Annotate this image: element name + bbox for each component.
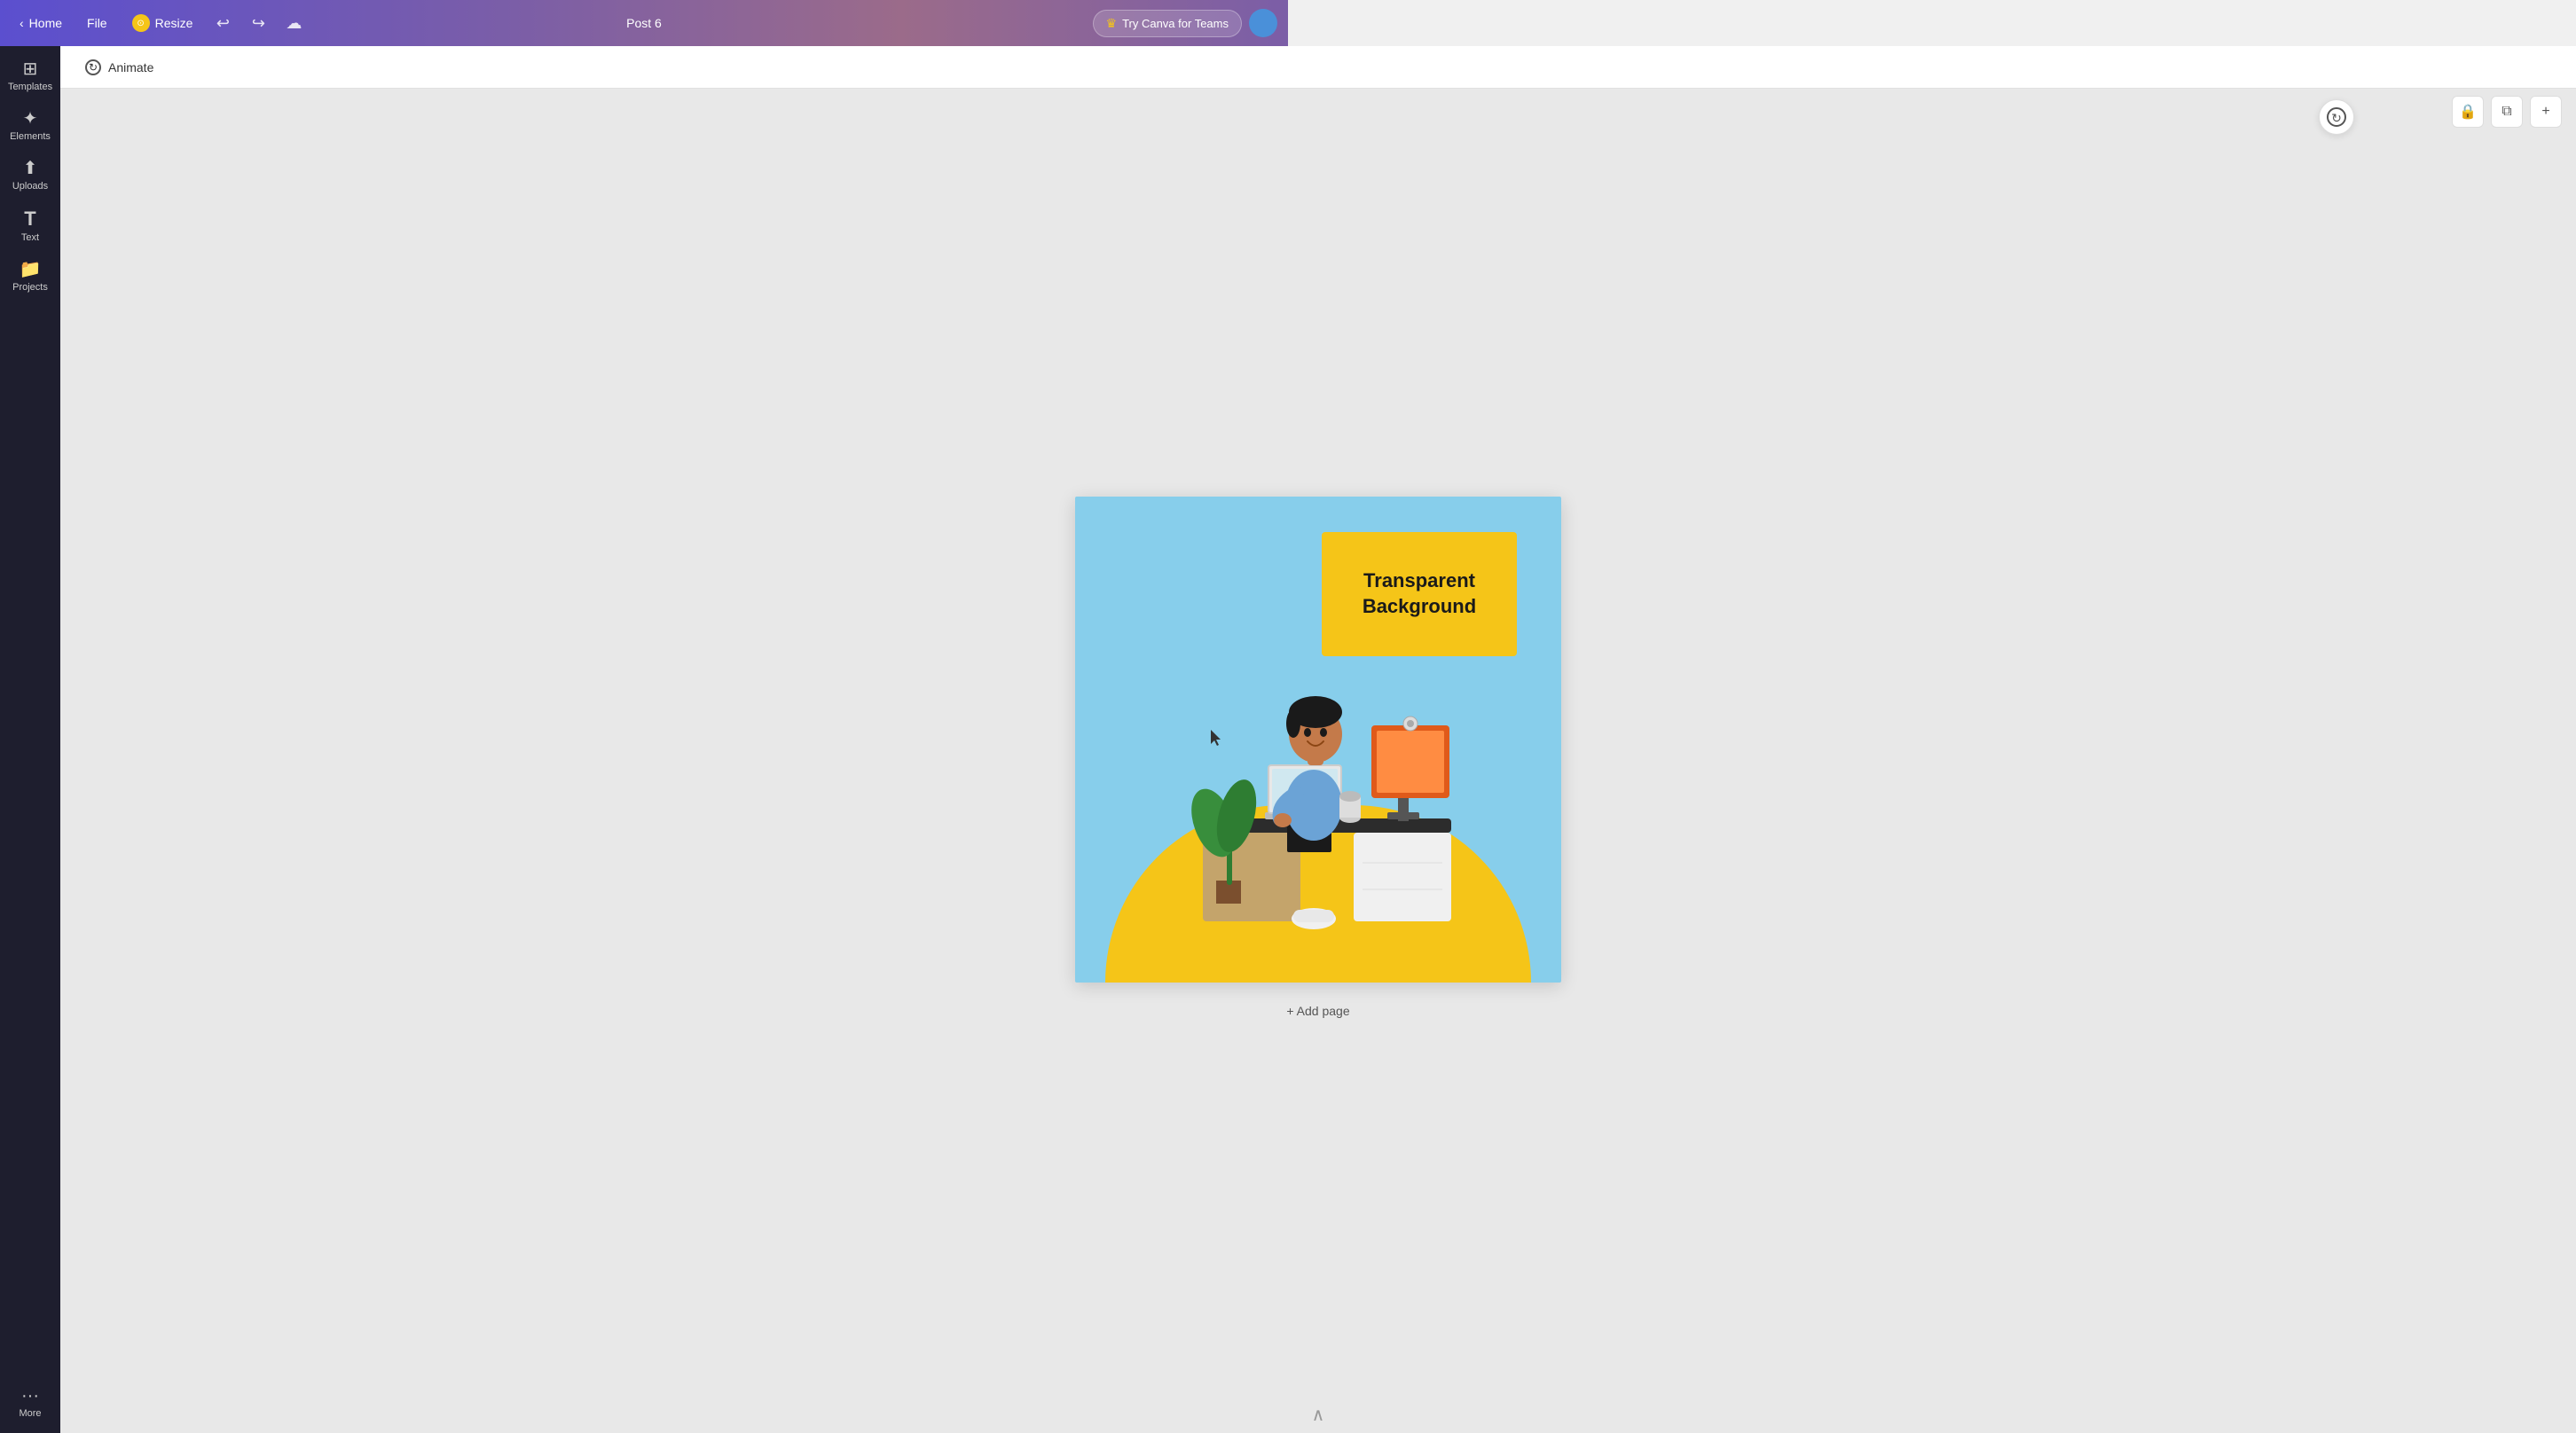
save-button[interactable]: ☁ bbox=[279, 9, 308, 37]
design-canvas[interactable]: Transparent Background bbox=[1075, 497, 1561, 983]
canvas-toolbar: 🔒 ⧉ + bbox=[2452, 96, 2562, 128]
animate-label: Animate bbox=[108, 60, 153, 74]
templates-icon: ⊞ bbox=[23, 60, 38, 78]
home-button[interactable]: ‹ Home bbox=[11, 11, 71, 35]
lock-button[interactable]: 🔒 bbox=[2452, 96, 2484, 128]
refresh-icon: ↻ bbox=[2327, 107, 2346, 127]
add-page-label: + Add page bbox=[1286, 1004, 1349, 1018]
sidebar-item-label: Elements bbox=[10, 131, 51, 142]
topbar-right: ♛ Try Canva for Teams bbox=[1093, 9, 1278, 37]
more-icon: ··· bbox=[21, 1387, 39, 1405]
add-button[interactable]: + bbox=[2530, 96, 2562, 128]
desk-illustration bbox=[1150, 601, 1487, 956]
file-label: File bbox=[87, 16, 107, 30]
refresh-button[interactable]: ↻ bbox=[2319, 99, 2354, 135]
resize-label: Resize bbox=[155, 16, 193, 30]
sidebar-item-uploads[interactable]: ⬆ Uploads bbox=[4, 153, 56, 199]
animate-button[interactable]: ↻ Animate bbox=[75, 54, 164, 81]
animate-icon: ↻ bbox=[85, 59, 101, 75]
crown-icon: ♛ bbox=[1106, 16, 1118, 31]
uploads-icon: ⬆ bbox=[23, 160, 38, 177]
sidebar-item-label: Text bbox=[21, 232, 39, 243]
topbar: ‹ Home File ⊙ Resize ↩ ↪ ☁ Post 6 ♛ Try … bbox=[0, 0, 1288, 46]
chevron-left-icon: ‹ bbox=[20, 16, 24, 30]
try-canva-button[interactable]: ♛ Try Canva for Teams bbox=[1093, 10, 1243, 37]
text-icon: T bbox=[24, 209, 35, 229]
sidebar-item-label: Templates bbox=[8, 82, 52, 92]
lock-icon: 🔒 bbox=[2459, 103, 2477, 121]
sidebar: ⊞ Templates ✦ Elements ⬆ Uploads T Text … bbox=[0, 46, 60, 1433]
resize-icon: ⊙ bbox=[132, 14, 150, 32]
resize-button[interactable]: ⊙ Resize bbox=[123, 9, 202, 37]
sidebar-item-elements[interactable]: ✦ Elements bbox=[4, 103, 56, 149]
animate-bar: ↻ Animate bbox=[60, 46, 2576, 89]
doc-title: Post 6 bbox=[626, 16, 662, 30]
copy-button[interactable]: ⧉ bbox=[2491, 96, 2523, 128]
user-avatar[interactable] bbox=[1249, 9, 1277, 37]
sidebar-item-label: Projects bbox=[12, 282, 48, 293]
projects-icon: 📁 bbox=[20, 261, 42, 278]
topbar-left: ‹ Home File ⊙ Resize ↩ ↪ ☁ bbox=[11, 9, 1089, 37]
add-page-button[interactable]: + Add page bbox=[1272, 997, 1363, 1025]
sidebar-item-more[interactable]: ··· More bbox=[4, 1380, 56, 1426]
canvas-area: 🔒 ⧉ + ↻ Transparent Background bbox=[60, 89, 2576, 1433]
try-canva-label: Try Canva for Teams bbox=[1122, 17, 1229, 30]
sidebar-item-text[interactable]: T Text bbox=[4, 202, 56, 250]
redo-button[interactable]: ↪ bbox=[244, 9, 272, 37]
home-label: Home bbox=[29, 16, 62, 30]
sidebar-item-templates[interactable]: ⊞ Templates bbox=[4, 53, 56, 99]
file-button[interactable]: File bbox=[78, 11, 116, 35]
sidebar-item-label: More bbox=[19, 1408, 41, 1419]
copy-icon: ⧉ bbox=[2501, 104, 2511, 120]
add-icon: + bbox=[2541, 104, 2549, 120]
undo-button[interactable]: ↩ bbox=[208, 9, 237, 37]
scroll-up-arrow[interactable]: ∧ bbox=[1312, 1404, 1325, 1426]
elements-icon: ✦ bbox=[23, 110, 38, 128]
sidebar-item-label: Uploads bbox=[12, 181, 48, 192]
sidebar-item-projects[interactable]: 📁 Projects bbox=[4, 254, 56, 300]
